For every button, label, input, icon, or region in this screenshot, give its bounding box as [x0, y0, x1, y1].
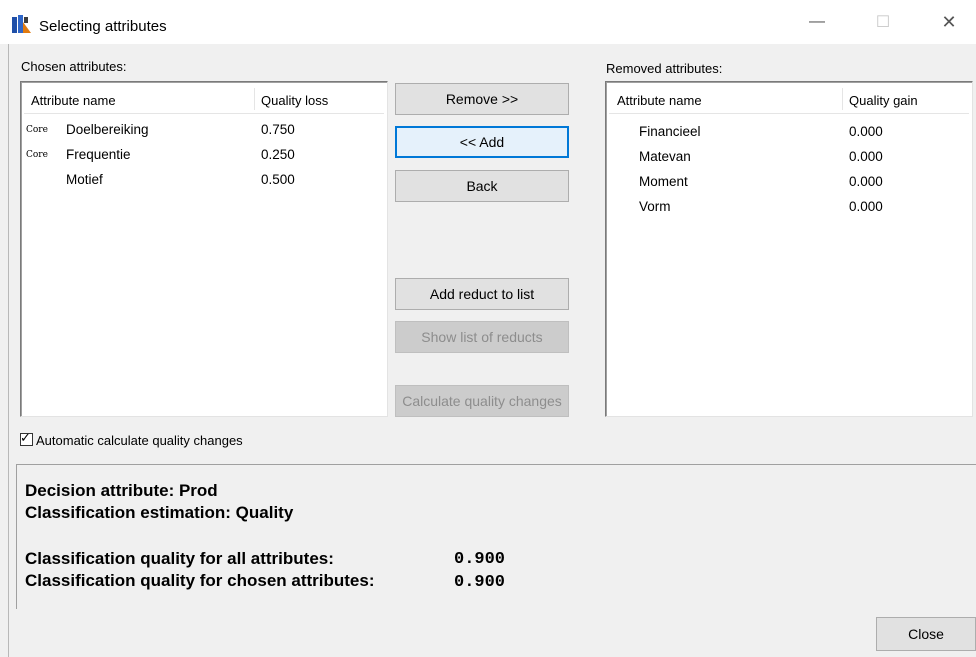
decision-attribute-text: Decision attribute: Prod [25, 481, 218, 500]
auto-calculate-checkbox[interactable]: ✓ [20, 430, 33, 446]
list-item[interactable]: Core Doelbereiking 0.750 [24, 118, 384, 143]
app-icon [11, 14, 33, 36]
quality-gain-value: 0.000 [849, 149, 883, 164]
quality-loss-value: 0.750 [261, 122, 295, 137]
quality-loss-value: 0.250 [261, 147, 295, 162]
list-item[interactable]: Motief 0.500 [24, 168, 384, 193]
window-frame [8, 44, 9, 657]
core-tag: Core [26, 125, 48, 135]
col-attribute-name[interactable]: Attribute name [31, 93, 116, 108]
minimize-button[interactable]: — [794, 0, 840, 44]
column-divider[interactable] [254, 88, 255, 110]
list-item[interactable]: Moment 0.000 [609, 170, 969, 195]
removed-attributes-label: Removed attributes: [606, 61, 723, 76]
column-divider[interactable] [842, 88, 843, 110]
list-item[interactable]: Matevan 0.000 [609, 145, 969, 170]
auto-calculate-label[interactable]: Automatic calculate quality changes [36, 433, 243, 448]
quality-gain-value: 0.000 [849, 124, 883, 139]
calculate-quality-button[interactable]: Calculate quality changes [395, 385, 569, 417]
remove-button[interactable]: Remove >> [395, 83, 569, 115]
attribute-name: Vorm [639, 199, 671, 214]
list-item[interactable]: Vorm 0.000 [609, 195, 969, 220]
info-panel: Decision attribute: Prod Classification … [16, 464, 976, 609]
attribute-name: Frequentie [66, 147, 131, 162]
attribute-name: Motief [66, 172, 103, 187]
attribute-name: Moment [639, 174, 688, 189]
quality-all-label: Classification quality for all attribute… [25, 549, 334, 568]
add-button[interactable]: << Add [395, 126, 569, 158]
close-button[interactable]: Close [876, 617, 976, 651]
quality-chosen-value: 0.900 [454, 573, 506, 592]
col-quality-loss[interactable]: Quality loss [261, 93, 328, 108]
attribute-name: Financieel [639, 124, 701, 139]
list-item[interactable]: Financieel 0.000 [609, 120, 969, 145]
quality-chosen-label: Classification quality for chosen attrib… [25, 571, 375, 590]
col-attribute-name[interactable]: Attribute name [617, 93, 702, 108]
window-title: Selecting attributes [39, 18, 167, 35]
core-tag: Core [26, 150, 48, 160]
chosen-attributes-list[interactable]: Attribute name Quality loss Core Doelber… [20, 81, 388, 417]
close-window-button[interactable]: ✕ [926, 0, 972, 44]
checkmark-icon: ✓ [20, 430, 31, 445]
attribute-name: Matevan [639, 149, 691, 164]
add-reduct-button[interactable]: Add reduct to list [395, 278, 569, 310]
quality-loss-value: 0.500 [261, 172, 295, 187]
back-button[interactable]: Back [395, 170, 569, 202]
maximize-button[interactable]: ☐ [860, 0, 906, 44]
show-reducts-button[interactable]: Show list of reducts [395, 321, 569, 353]
col-quality-gain[interactable]: Quality gain [849, 93, 918, 108]
removed-attributes-list[interactable]: Attribute name Quality gain Financieel 0… [605, 81, 973, 417]
removed-list-header: Attribute name Quality gain [609, 85, 969, 114]
chosen-list-header: Attribute name Quality loss [24, 85, 384, 114]
quality-gain-value: 0.000 [849, 174, 883, 189]
classification-estimation-text: Classification estimation: Quality [25, 503, 294, 522]
title-bar: Selecting attributes — ☐ ✕ [0, 0, 976, 44]
quality-all-value: 0.900 [454, 550, 506, 569]
quality-gain-value: 0.000 [849, 199, 883, 214]
chosen-attributes-label: Chosen attributes: [21, 59, 127, 74]
list-item[interactable]: Core Frequentie 0.250 [24, 143, 384, 168]
attribute-name: Doelbereiking [66, 122, 149, 137]
